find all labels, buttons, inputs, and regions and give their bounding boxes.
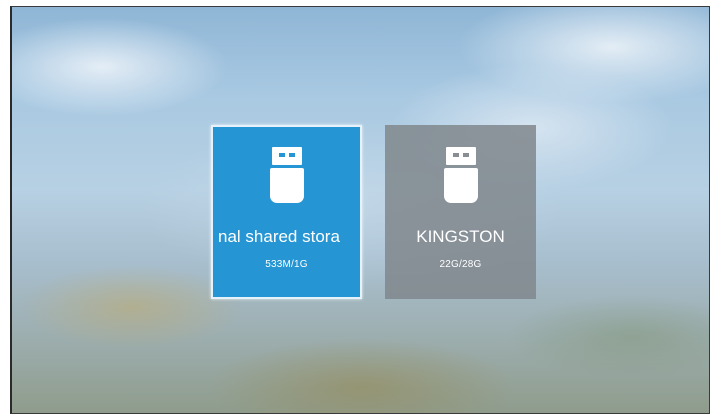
device-tile-kingston[interactable]: KINGSTON 22G/28G <box>385 125 536 299</box>
device-capacity: 533M/1G <box>265 259 308 270</box>
storage-picker-screen: nal shared stora 533M/1G KINGSTON 22G/28… <box>10 6 710 414</box>
device-capacity: 22G/28G <box>439 259 482 270</box>
device-name: nal shared stora <box>218 227 340 246</box>
device-tile-internal-shared-storage[interactable]: nal shared stora 533M/1G <box>211 125 362 299</box>
usb-drive-icon <box>443 147 478 203</box>
usb-drive-icon <box>269 147 304 203</box>
device-name: KINGSTON <box>416 227 505 246</box>
storage-device-list: nal shared stora 533M/1G KINGSTON 22G/28… <box>211 125 536 299</box>
